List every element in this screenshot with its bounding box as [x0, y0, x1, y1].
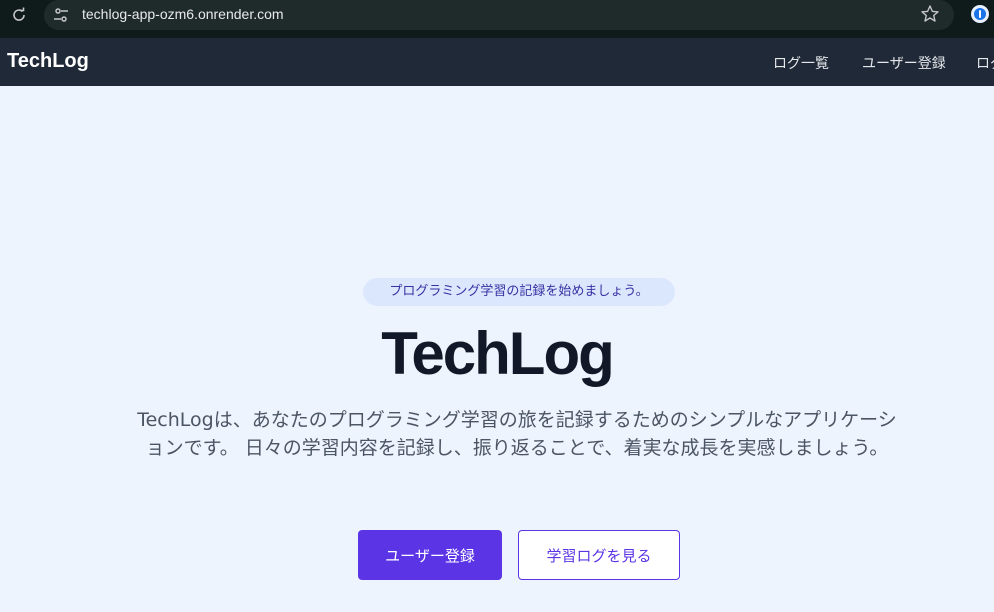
nav-link-signup[interactable]: ユーザー登録	[862, 53, 946, 73]
reload-icon[interactable]	[10, 6, 28, 24]
address-bar[interactable]: techlog-app-ozm6.onrender.com	[44, 0, 954, 30]
url-text[interactable]: techlog-app-ozm6.onrender.com	[82, 6, 284, 22]
nav-link-log-list[interactable]: ログ一覧	[773, 53, 829, 73]
site-info-icon[interactable]	[52, 6, 70, 24]
nav-link-login[interactable]: ログ	[976, 53, 994, 73]
browser-toolbar: techlog-app-ozm6.onrender.com	[0, 0, 994, 38]
signup-button[interactable]: ユーザー登録	[358, 530, 502, 580]
hero-description: TechLogは、あなたのプログラミング学習の旅を記録するためのシンプルなアプリ…	[137, 409, 897, 459]
brand-logo[interactable]: TechLog	[7, 50, 89, 73]
hero-section: プログラミング学習の記録を始めましょう。 TechLog TechLogは、あな…	[0, 86, 994, 612]
app-navbar: TechLog ログ一覧 ユーザー登録 ログ	[0, 38, 994, 86]
star-icon[interactable]	[920, 4, 940, 24]
password-manager-icon[interactable]	[970, 4, 990, 24]
hero-title: TechLog	[381, 320, 615, 387]
tagline-badge: プログラミング学習の記録を始めましょう。	[363, 278, 675, 306]
view-logs-button[interactable]: 学習ログを見る	[518, 530, 680, 580]
